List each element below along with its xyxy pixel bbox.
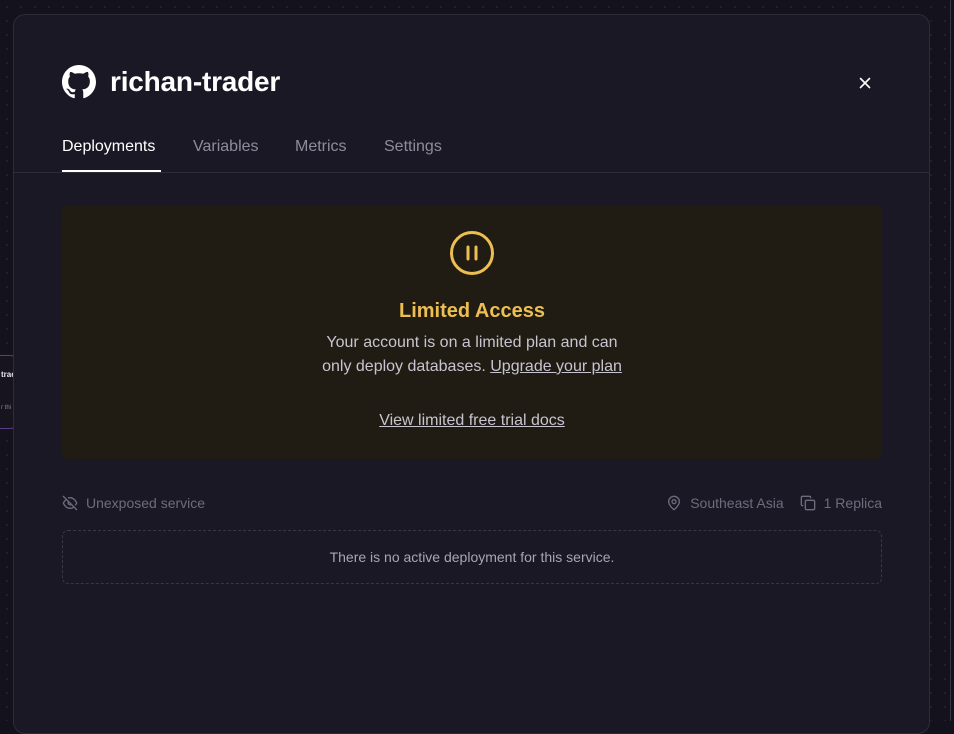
active-tab-indicator xyxy=(62,170,161,172)
empty-state-message: There is no active deployment for this s… xyxy=(329,549,615,565)
banner-message-line1: Your account is on a limited plan and ca… xyxy=(326,334,618,351)
close-icon xyxy=(859,77,871,89)
banner-message-prefix: only deploy databases. xyxy=(322,358,486,375)
exposure-label: Unexposed service xyxy=(86,495,206,511)
banner-message: Your account is on a limited plan and ca… xyxy=(62,331,882,379)
empty-deployment-state: There is no active deployment for this s… xyxy=(62,530,882,584)
region-label: Southeast Asia xyxy=(690,495,784,511)
banner-title: Limited Access xyxy=(399,300,545,322)
tab-settings[interactable]: Settings xyxy=(384,138,442,156)
service-modal: richan-trader Deployments Variables Metr… xyxy=(13,14,930,734)
tab-metrics[interactable]: Metrics xyxy=(295,138,347,156)
eye-off-icon xyxy=(62,495,78,511)
upgrade-plan-link[interactable]: Upgrade your plan xyxy=(490,358,622,375)
map-pin-icon xyxy=(666,495,682,511)
tab-deployments[interactable]: Deployments xyxy=(62,138,155,156)
github-icon xyxy=(62,65,96,99)
window-edge xyxy=(950,0,951,721)
service-meta-row: Unexposed service Southeast Asia 1 Repli… xyxy=(62,495,882,515)
close-button[interactable] xyxy=(855,73,875,93)
banner-message-line2: only deploy databases. Upgrade your plan xyxy=(62,355,882,379)
copy-icon xyxy=(800,495,816,511)
free-trial-docs-link[interactable]: View limited free trial docs xyxy=(379,412,565,429)
deployment-info: Southeast Asia 1 Replica xyxy=(666,495,882,511)
background-card-subtitle: r thi xyxy=(1,405,12,411)
limited-access-banner: Limited Access Your account is on a limi… xyxy=(62,205,882,459)
tab-variables[interactable]: Variables xyxy=(193,138,259,156)
modal-header: richan-trader xyxy=(62,65,280,99)
replica-count: 1 Replica xyxy=(823,495,882,511)
docs-link-row: View limited free trial docs xyxy=(62,412,882,430)
tab-bar: Deployments Variables Metrics Settings xyxy=(14,135,929,173)
pause-circle-icon xyxy=(449,230,495,276)
exposure-status: Unexposed service xyxy=(62,495,205,511)
service-title: richan-trader xyxy=(110,66,281,97)
